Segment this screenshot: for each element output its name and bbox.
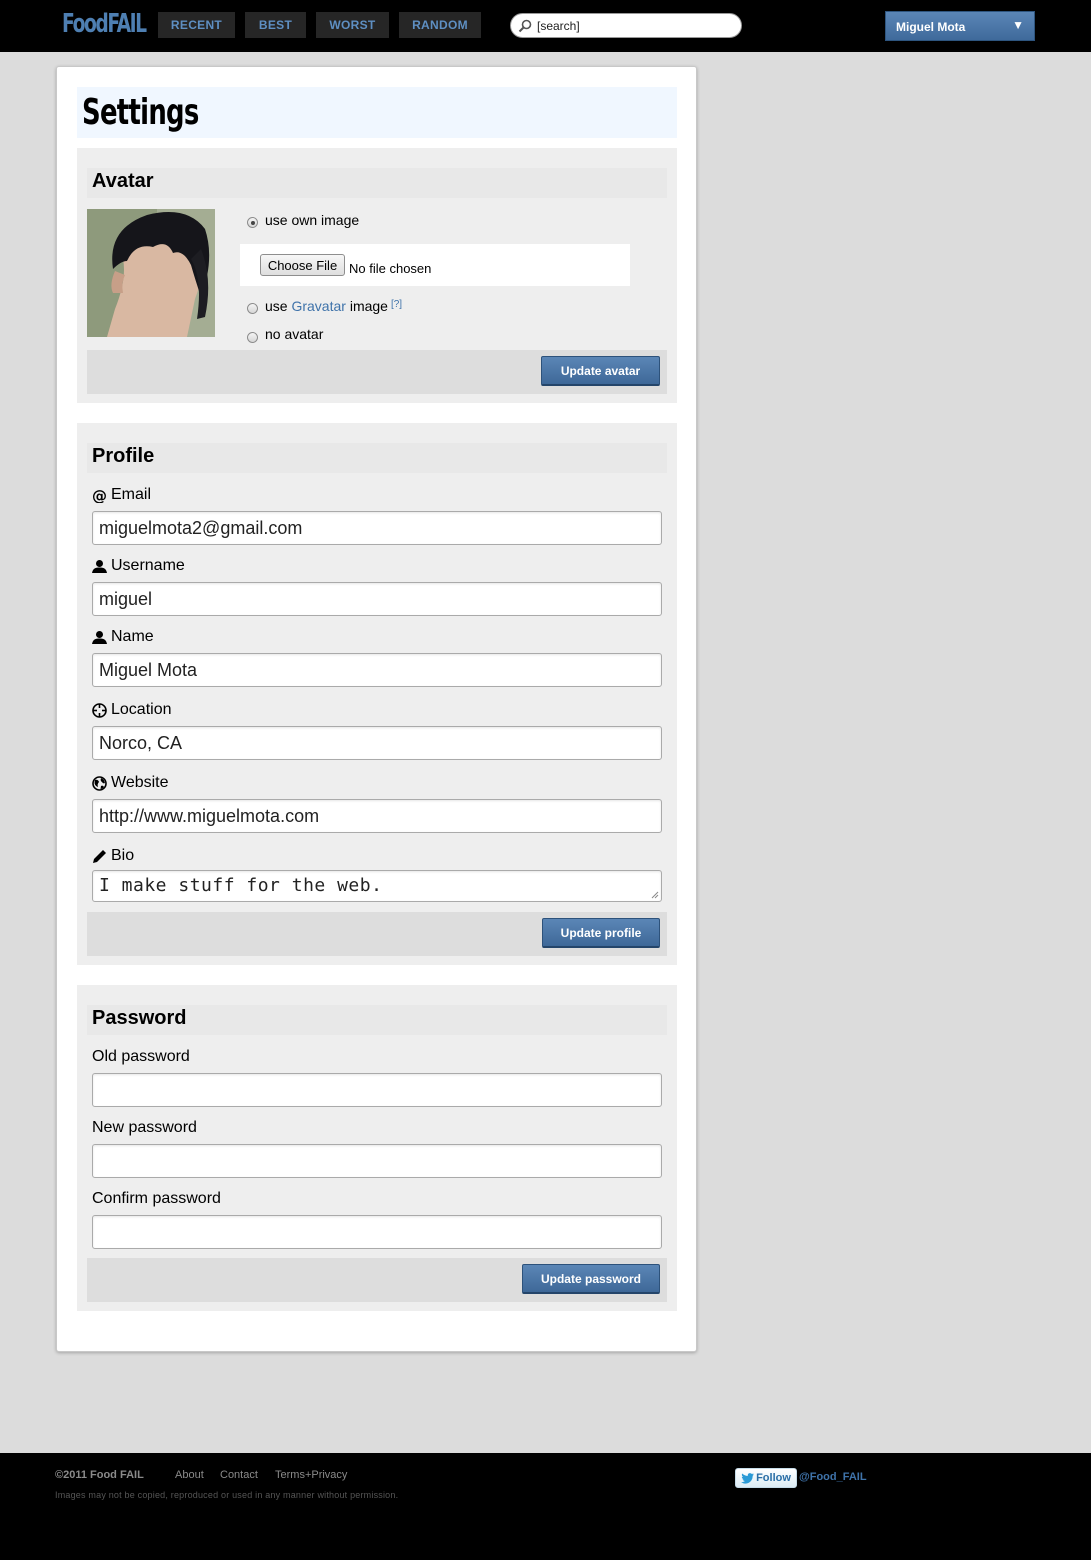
nav-random[interactable]: RANDOM — [399, 12, 481, 38]
settings-card: Settings Avatar use own image Choose Fil… — [56, 66, 697, 1352]
gravatar-help-link[interactable]: [?] — [391, 299, 402, 310]
password-heading-bar: Password — [87, 1005, 667, 1035]
profile-heading: Profile — [92, 445, 155, 467]
website-label: Website — [92, 774, 169, 792]
twitter-handle-link[interactable]: @Food_FAIL — [799, 1471, 867, 1483]
name-label: Name — [92, 628, 154, 646]
old-password-field[interactable] — [92, 1073, 662, 1107]
avatar-gravatar-radio[interactable] — [247, 303, 258, 314]
resize-grip-icon[interactable] — [651, 891, 659, 899]
footer-link-terms[interactable]: Terms+Privacy — [275, 1469, 347, 1481]
website-field[interactable] — [92, 799, 662, 833]
update-avatar-button[interactable]: Update avatar — [541, 356, 660, 386]
old-password-label: Old password — [92, 1048, 190, 1065]
nav-best[interactable]: BEST — [245, 12, 306, 38]
username-label: Username — [92, 557, 185, 575]
page-title: Settings — [82, 92, 199, 133]
chevron-down-icon: ▼ — [1012, 18, 1024, 32]
gravatar-link[interactable]: Gravatar — [291, 298, 345, 314]
search-input[interactable] — [537, 18, 737, 34]
search-box — [510, 13, 742, 38]
user-icon — [92, 630, 107, 644]
at-icon: @ — [92, 488, 107, 503]
avatar-gravatar-label: use Gravatar image [?] — [265, 298, 403, 314]
avatar-none-radio[interactable] — [247, 332, 258, 343]
twitter-follow-button[interactable]: Follow — [735, 1468, 797, 1488]
page-title-box: Settings — [77, 87, 677, 138]
footer-link-about[interactable]: About — [175, 1469, 204, 1481]
location-label: Location — [92, 701, 172, 719]
name-field[interactable] — [92, 653, 662, 687]
bio-label: Bio — [92, 847, 134, 865]
nav-worst[interactable]: WORST — [316, 12, 389, 38]
password-heading: Password — [92, 1007, 187, 1029]
new-password-field[interactable] — [92, 1144, 662, 1178]
email-label: @ Email — [92, 486, 152, 503]
location-field[interactable] — [92, 726, 662, 760]
svg-text:@: @ — [92, 488, 107, 503]
disclaimer: Images may not be copied, reproduced or … — [55, 1490, 399, 1500]
footer-link-contact[interactable]: Contact — [220, 1469, 258, 1481]
file-upload-box: Choose File No file chosen — [240, 244, 630, 286]
avatar-own-label: use own image — [265, 212, 360, 228]
user-name: Miguel Mota — [896, 20, 966, 34]
avatar-heading: Avatar — [92, 170, 154, 192]
globe-icon — [92, 775, 107, 791]
bio-text: I make stuff for the web. — [99, 875, 383, 896]
password-footer: Update password — [87, 1258, 667, 1302]
search-icon — [518, 19, 532, 33]
password-section: Password Old password New password Confi… — [77, 985, 677, 1311]
twitter-bird-icon — [741, 1472, 755, 1484]
email-field[interactable] — [92, 511, 662, 545]
profile-footer: Update profile — [87, 912, 667, 956]
confirm-password-label: Confirm password — [92, 1190, 221, 1207]
avatar-image — [87, 209, 215, 337]
confirm-password-field[interactable] — [92, 1215, 662, 1249]
update-password-button[interactable]: Update password — [522, 1264, 660, 1294]
user-icon — [92, 559, 107, 573]
avatar-heading-bar: Avatar — [87, 168, 667, 198]
choose-file-button[interactable]: Choose File — [260, 254, 345, 276]
copyright: ©2011 Food FAIL — [55, 1469, 144, 1481]
update-profile-button[interactable]: Update profile — [542, 918, 660, 948]
file-status: No file chosen — [349, 261, 432, 276]
profile-section: Profile @ Email Username Name Location W… — [77, 423, 677, 965]
page-footer: ©2011 Food FAIL About Contact Terms+Priv… — [0, 1453, 1091, 1560]
top-bar: FoodFAIL RECENT BEST WORST RANDOM Miguel… — [0, 0, 1091, 52]
new-password-label: New password — [92, 1119, 197, 1136]
location-icon — [92, 702, 107, 718]
avatar-footer: Update avatar — [87, 350, 667, 394]
bio-field[interactable]: I make stuff for the web. — [92, 870, 662, 902]
avatar-none-label: no avatar — [265, 326, 324, 342]
site-logo[interactable]: FoodFAIL — [62, 9, 147, 39]
avatar-own-radio[interactable] — [247, 217, 258, 228]
username-field[interactable] — [92, 582, 662, 616]
avatar-section: Avatar use own image Choose File No file… — [77, 148, 677, 403]
profile-heading-bar: Profile — [87, 443, 667, 473]
nav-recent[interactable]: RECENT — [158, 12, 235, 38]
user-menu-button[interactable]: Miguel Mota ▼ — [885, 11, 1035, 41]
pencil-icon — [93, 849, 106, 863]
